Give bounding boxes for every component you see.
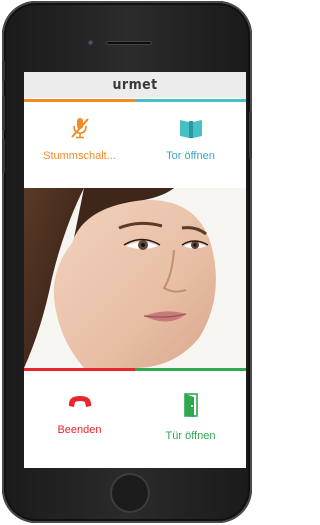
mute-label: Stummschalt... — [43, 150, 116, 162]
volume-up-button — [2, 96, 5, 130]
phone-hangup-icon — [67, 392, 93, 417]
mute-switch — [2, 61, 5, 81]
open-gate-label: Tor öffnen — [166, 150, 215, 162]
mute-button[interactable]: Stummschalt... — [24, 116, 135, 172]
gate-icon — [178, 116, 204, 145]
open-door-label: Tür öffnen — [165, 430, 216, 442]
app-screen: urmet Stummschalt... Tor öffnen Beenden … — [24, 72, 246, 468]
volume-down-button — [2, 139, 5, 173]
open-door-button[interactable]: Tür öffnen — [135, 392, 246, 452]
microphone-muted-icon — [69, 116, 91, 145]
end-call-button[interactable]: Beenden — [24, 392, 135, 452]
video-feed — [24, 188, 246, 368]
front-camera — [88, 40, 94, 46]
power-button — [249, 111, 252, 159]
accent-line-teal — [135, 99, 246, 102]
caller-face-image — [24, 188, 246, 368]
brand-logo: urmet — [112, 77, 158, 93]
home-button[interactable] — [110, 473, 150, 513]
earpiece-speaker — [106, 41, 152, 45]
accent-line-red — [24, 368, 135, 371]
accent-line-orange — [24, 99, 135, 102]
accent-line-green — [135, 368, 246, 371]
open-gate-button[interactable]: Tor öffnen — [135, 116, 246, 172]
end-call-label: Beenden — [57, 424, 102, 436]
app-header: urmet — [24, 72, 246, 98]
door-icon — [181, 392, 201, 423]
screenshot-page: urmet Stummschalt... Tor öffnen Beenden … — [0, 0, 255, 525]
